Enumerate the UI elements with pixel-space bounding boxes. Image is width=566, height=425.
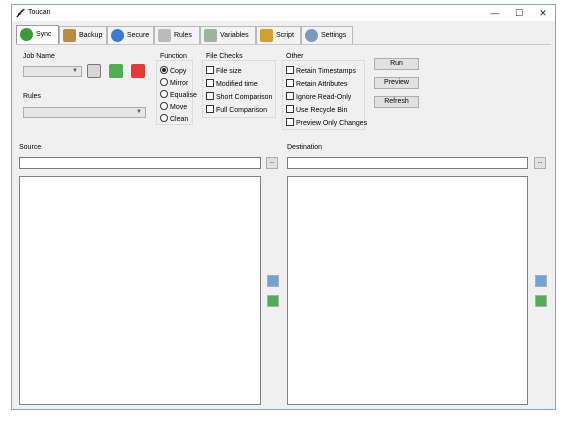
checkbox[interactable]	[286, 79, 294, 87]
window-title: Toucan	[28, 9, 51, 16]
source-expand-icon[interactable]	[267, 275, 279, 287]
radio[interactable]	[160, 90, 168, 98]
refresh-button[interactable]: Refresh	[374, 96, 419, 108]
preview-button[interactable]: Preview	[374, 77, 419, 89]
function-group: Copy Mirror Equalise Move Clean	[156, 60, 197, 125]
other-group: Retain Timestamps Retain Attributes Igno…	[282, 60, 367, 130]
tab-settings-label: Settings	[321, 32, 347, 39]
add-icon[interactable]	[109, 64, 123, 78]
sync-panel: Job Name ▼ Rules ▼ Function Copy Mirror …	[16, 44, 551, 407]
source-path-input[interactable]	[19, 157, 261, 169]
app-window: 𝒻 Toucan — ☐ ✕ Sync Backup Secure Rules …	[11, 4, 556, 410]
rules-select[interactable]: ▼	[23, 107, 146, 118]
tab-secure-label: Secure	[127, 32, 150, 39]
maximize-button[interactable]: ☐	[507, 5, 531, 21]
tab-rules-label: Rules	[174, 32, 192, 39]
script-icon	[260, 29, 273, 42]
destination-expand-icon[interactable]	[535, 275, 547, 287]
chevron-down-icon: ▼	[136, 109, 142, 115]
tab-sync[interactable]: Sync	[16, 25, 59, 45]
tab-backup[interactable]: Backup	[59, 26, 107, 44]
minimize-button[interactable]: —	[483, 5, 507, 21]
tab-variables-label: Variables	[220, 32, 249, 39]
check-file-size[interactable]: File size	[206, 66, 242, 75]
source-add-icon[interactable]	[267, 295, 279, 307]
secure-icon	[111, 29, 124, 42]
tab-rules[interactable]: Rules	[154, 26, 200, 44]
function-label: Function	[160, 53, 187, 60]
destination-path-input[interactable]	[287, 157, 528, 169]
chevron-down-icon: ▼	[72, 68, 78, 74]
radio[interactable]	[160, 78, 168, 86]
tab-script[interactable]: Script	[256, 26, 301, 44]
radio[interactable]	[160, 114, 168, 122]
check-use-recycle-bin[interactable]: Use Recycle Bin	[286, 105, 347, 114]
checkbox[interactable]	[286, 105, 294, 113]
variables-icon	[204, 29, 217, 42]
source-tree[interactable]	[19, 176, 261, 405]
file-checks-group: File size Modified time Short Comparison…	[202, 60, 276, 118]
backup-icon	[63, 29, 76, 42]
file-checks-label: File Checks	[206, 53, 243, 60]
checkbox[interactable]	[286, 66, 294, 74]
close-button[interactable]: ✕	[531, 5, 555, 21]
checkbox[interactable]	[206, 105, 214, 113]
function-option-mirror[interactable]: Mirror	[160, 78, 188, 87]
check-full-comparison[interactable]: Full Comparison	[206, 105, 267, 114]
function-option-copy[interactable]: Copy	[160, 66, 186, 75]
checkbox[interactable]	[206, 66, 214, 74]
run-button[interactable]: Run	[374, 58, 419, 70]
remove-icon[interactable]	[131, 64, 145, 78]
save-icon[interactable]	[87, 64, 101, 78]
app-icon: 𝒻	[17, 7, 22, 17]
source-label: Source	[19, 144, 42, 151]
destination-add-icon[interactable]	[535, 295, 547, 307]
radio[interactable]	[160, 102, 168, 110]
function-option-clean[interactable]: Clean	[160, 114, 188, 123]
rules-label: Rules	[23, 93, 41, 100]
tab-variables[interactable]: Variables	[200, 26, 256, 44]
check-retain-attributes[interactable]: Retain Attributes	[286, 79, 347, 88]
title-bar: 𝒻 Toucan — ☐ ✕	[12, 5, 555, 21]
destination-browse-button[interactable]: ...	[534, 157, 546, 169]
function-option-move[interactable]: Move	[160, 102, 187, 111]
checkbox[interactable]	[206, 79, 214, 87]
destination-tree[interactable]	[287, 176, 528, 405]
check-preview-only-changes[interactable]: Preview Only Changes	[286, 118, 367, 127]
job-name-select[interactable]: ▼	[23, 66, 82, 77]
job-name-label: Job Name	[23, 53, 55, 60]
destination-label: Destination	[287, 144, 323, 151]
check-retain-timestamps[interactable]: Retain Timestamps	[286, 66, 356, 75]
check-short-comparison[interactable]: Short Comparison	[206, 92, 272, 101]
function-option-equalise[interactable]: Equalise	[160, 90, 197, 99]
rules-icon	[158, 29, 171, 42]
other-label: Other	[286, 53, 304, 60]
tab-backup-label: Backup	[79, 32, 103, 39]
settings-icon	[305, 29, 318, 42]
tab-settings[interactable]: Settings	[301, 26, 353, 44]
tab-secure[interactable]: Secure	[107, 26, 154, 44]
source-browse-button[interactable]: ...	[266, 157, 278, 169]
sync-icon	[20, 28, 33, 41]
checkbox[interactable]	[206, 92, 214, 100]
tab-script-label: Script	[276, 32, 294, 39]
checkbox[interactable]	[286, 92, 294, 100]
tab-sync-label: Sync	[36, 31, 52, 38]
check-ignore-read-only[interactable]: Ignore Read-Only	[286, 92, 351, 101]
radio-selected[interactable]	[160, 66, 168, 74]
check-modified-time[interactable]: Modified time	[206, 79, 258, 88]
checkbox[interactable]	[286, 118, 294, 126]
